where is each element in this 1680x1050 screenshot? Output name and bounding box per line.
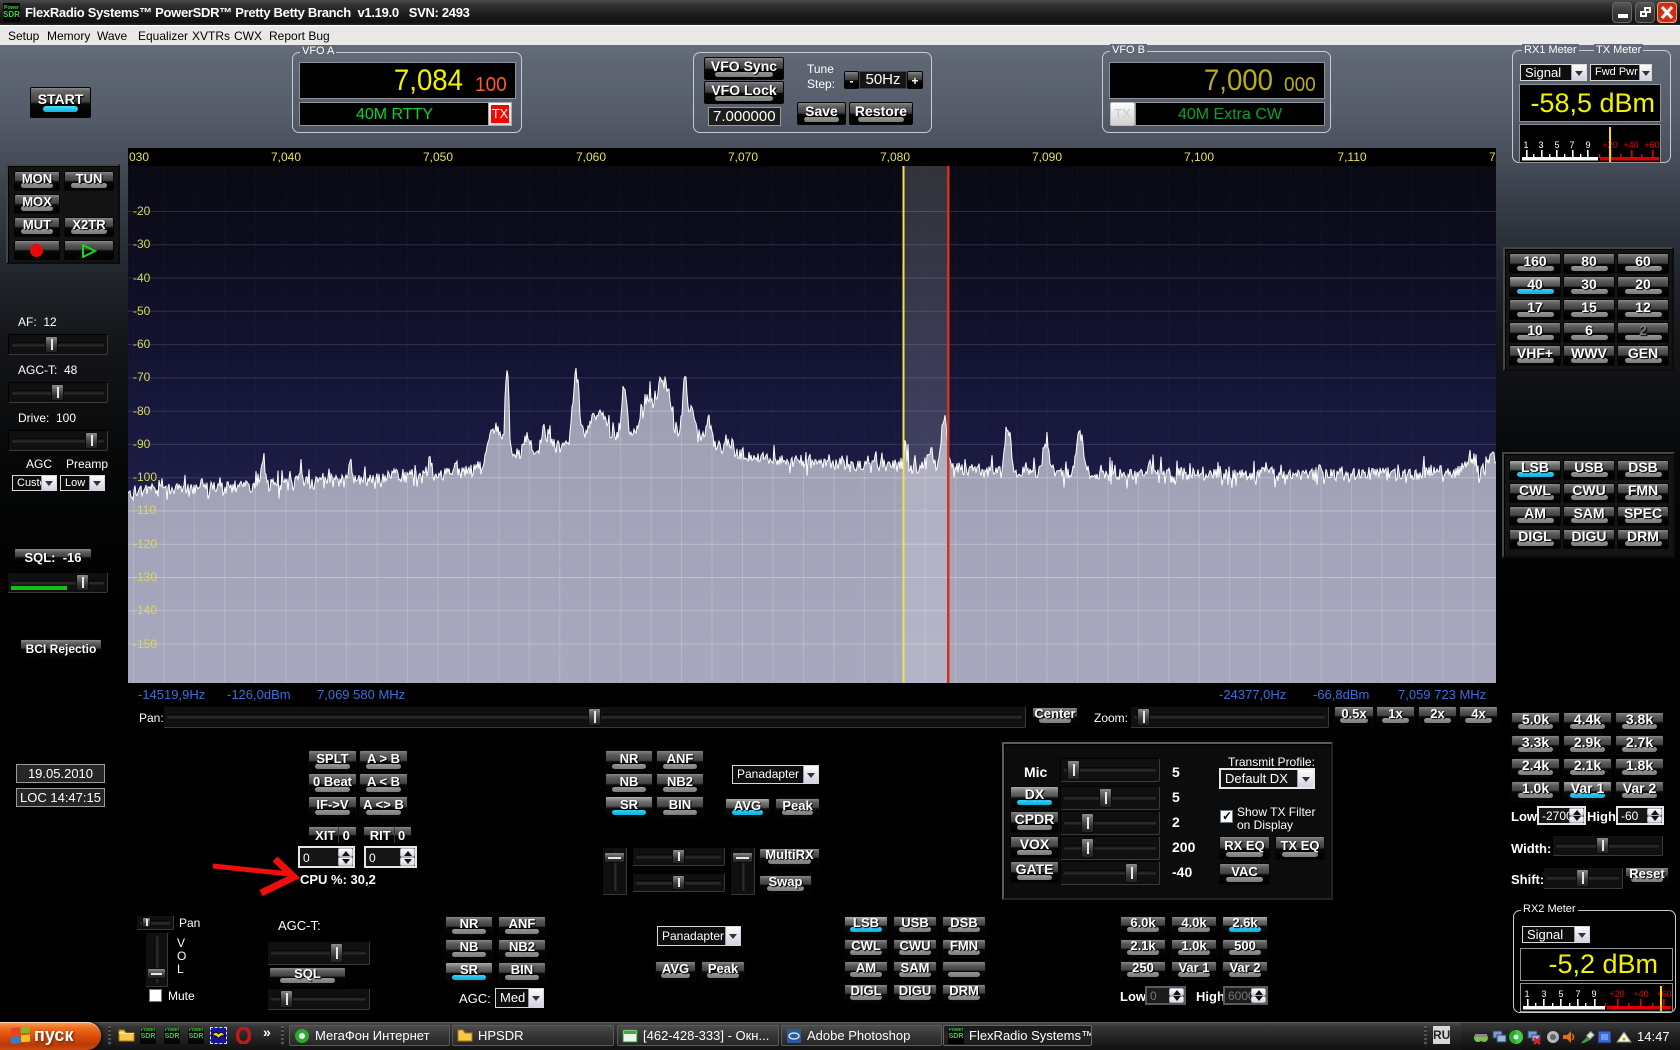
svg-text:5: 5	[1554, 140, 1559, 150]
svg-text:7: 7	[1569, 140, 1574, 150]
svg-text:+40: +40	[1623, 140, 1638, 150]
svg-text:5: 5	[1558, 989, 1563, 999]
svg-text:+20: +20	[1609, 989, 1624, 999]
svg-text:+40: +40	[1633, 989, 1648, 999]
svg-text:3: 3	[1538, 140, 1543, 150]
svg-text:+60: +60	[1644, 140, 1659, 150]
svg-text:1: 1	[1523, 140, 1528, 150]
svg-text:1: 1	[1524, 989, 1529, 999]
svg-text:3: 3	[1541, 989, 1546, 999]
svg-text:+60: +60	[1656, 989, 1671, 999]
svg-text:9: 9	[1585, 140, 1590, 150]
svg-text:7: 7	[1575, 989, 1580, 999]
svg-text:9: 9	[1591, 989, 1596, 999]
